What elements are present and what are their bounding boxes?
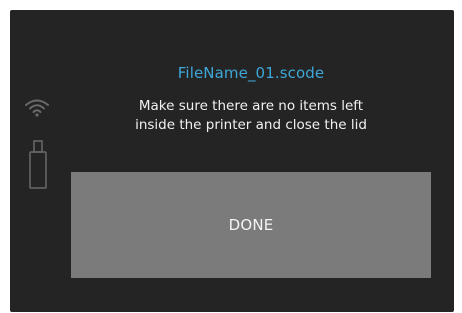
done-button-label: DONE — [228, 216, 274, 234]
instruction-line-1: Make sure there are no items left — [138, 98, 364, 114]
printer-screen: FileName_01.scode Make sure there are no… — [10, 10, 454, 312]
wifi-icon — [24, 98, 50, 118]
file-name-title: FileName_01.scode — [177, 64, 325, 82]
usb-drive-icon — [27, 140, 49, 190]
instruction-line-2: inside the printer and close the lid — [135, 117, 367, 133]
instruction-message: Make sure there are no items left inside… — [70, 97, 432, 135]
device-frame: FileName_01.scode Make sure there are no… — [0, 0, 462, 313]
status-column — [24, 98, 52, 198]
done-button[interactable]: DONE — [71, 172, 431, 278]
